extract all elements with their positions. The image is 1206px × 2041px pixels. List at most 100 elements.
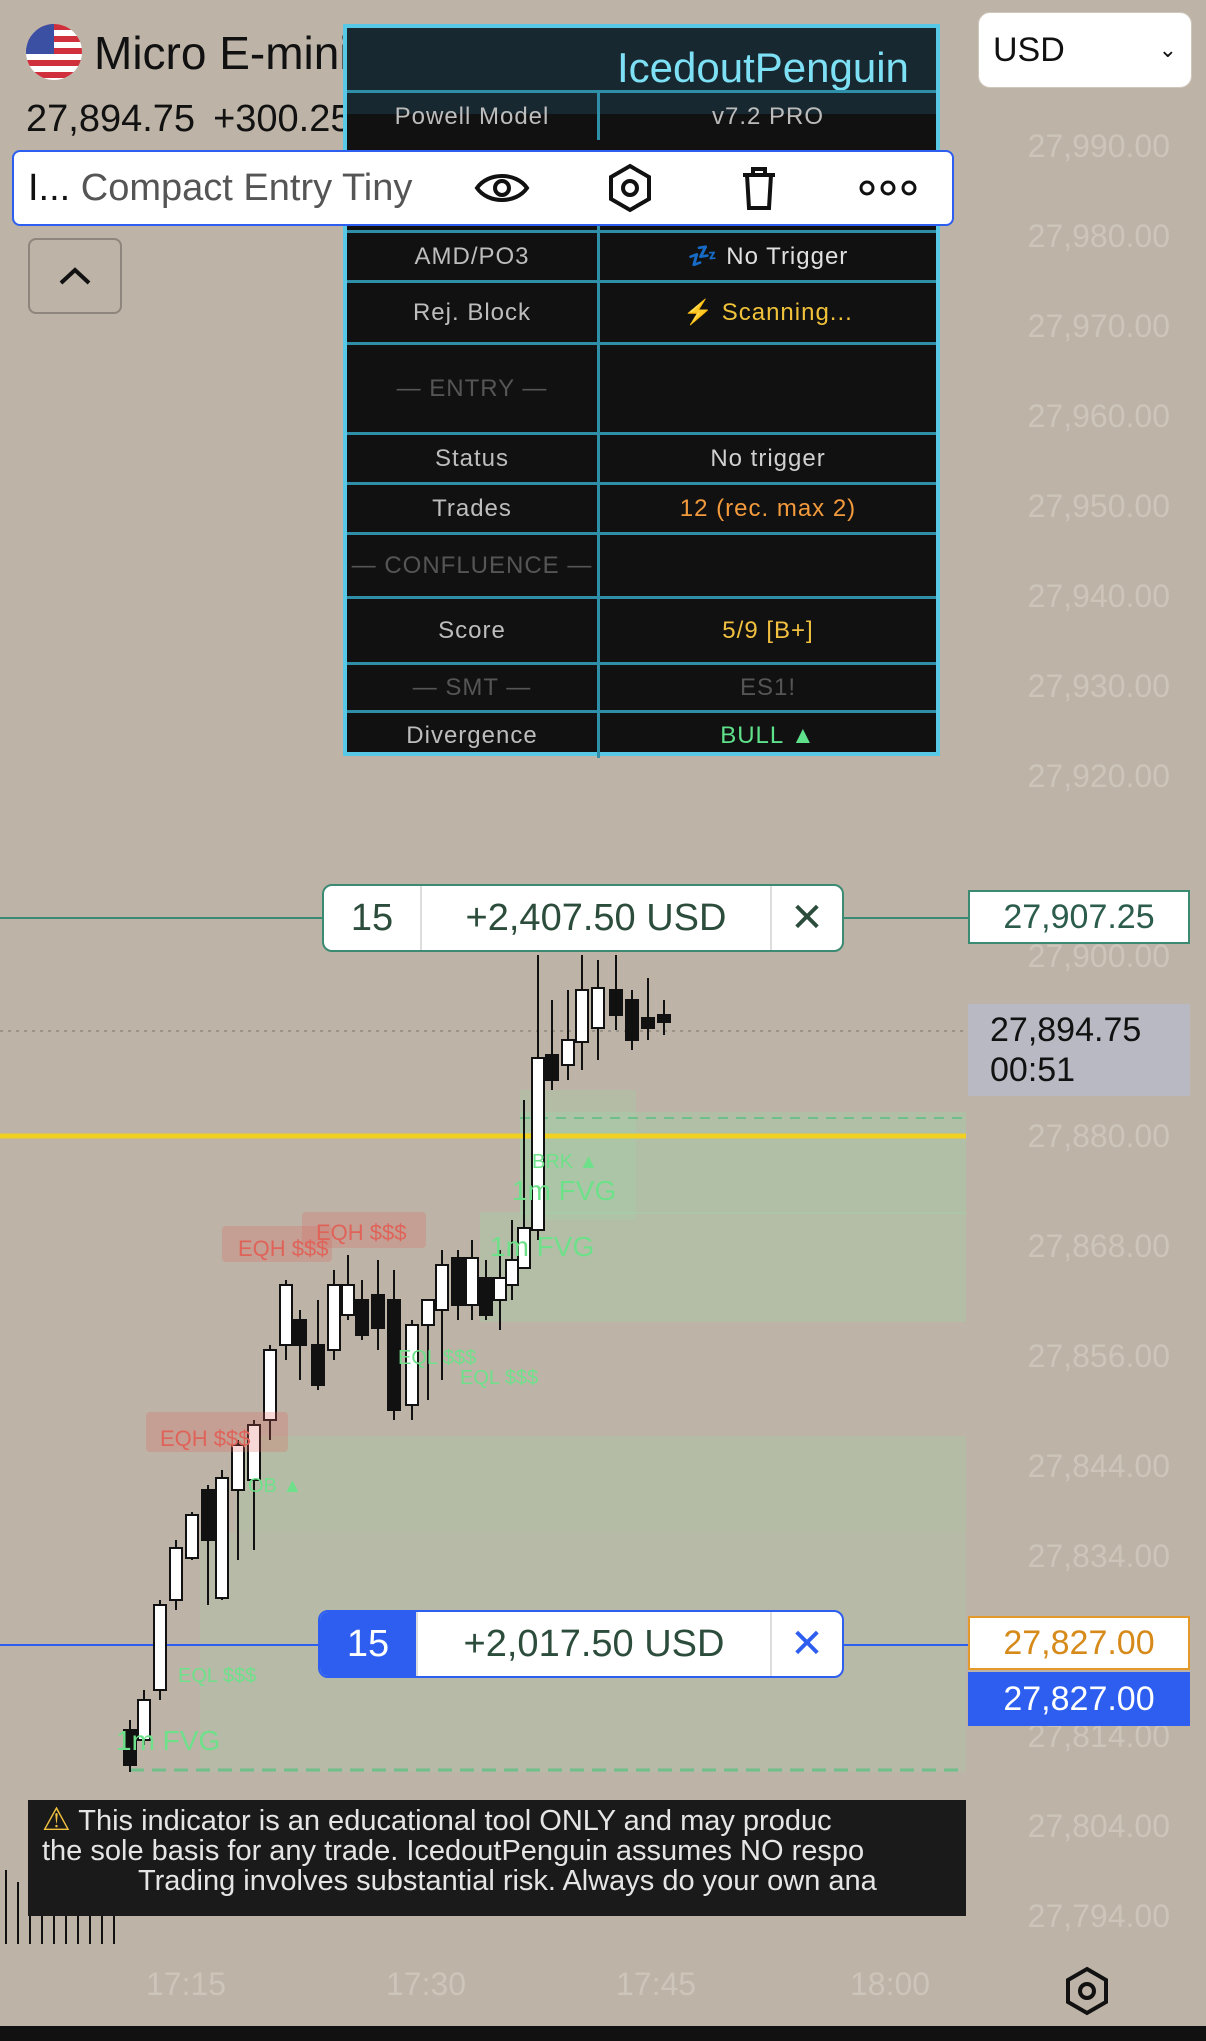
position-qty: 15 xyxy=(350,896,394,939)
disclaimer-line: the sole basis for any trade. IcedoutPen… xyxy=(42,1835,865,1867)
price-axis-label: 27,970.00 xyxy=(1027,308,1170,344)
close-icon[interactable]: ✕ xyxy=(772,1612,842,1676)
current-price-tag: 27,894.75 00:51 xyxy=(968,1004,1190,1096)
candle-body xyxy=(311,1344,325,1386)
candle-body xyxy=(185,1514,199,1559)
panel-row: Rej. Block ⚡ Scanning... xyxy=(347,280,936,342)
more-dots-icon xyxy=(859,180,917,196)
panel-row-value: 💤 No Trigger xyxy=(687,243,849,270)
price-axis-label: 27,804.00 xyxy=(1027,1808,1170,1844)
candle-body xyxy=(201,1489,215,1541)
position-pill-entry[interactable]: 15 +2,017.50 USD ✕ xyxy=(318,1610,844,1678)
panel-row-label: — SMT — xyxy=(347,665,600,710)
disclaimer-line: ⚠ This indicator is an educational tool … xyxy=(42,1801,966,1837)
candle-body xyxy=(609,989,623,1016)
visibility-button[interactable] xyxy=(437,153,566,223)
panel-row-value: 12 (rec. max 2) xyxy=(679,494,857,522)
candle-body xyxy=(591,987,605,1029)
panel-row-label: Powell Model xyxy=(347,93,600,140)
position-pnl: +2,017.50 USD xyxy=(416,1612,772,1676)
panel-row-value xyxy=(600,535,936,596)
take-profit-price-tag[interactable]: 27,907.25 xyxy=(968,890,1190,944)
candle-body xyxy=(545,1054,559,1081)
disclaimer-text: This indicator is an educational tool ON… xyxy=(78,1805,832,1837)
fvg-label: 1m FVG xyxy=(116,1725,220,1756)
ob-zone xyxy=(236,1436,966,1532)
candle-body xyxy=(371,1294,385,1329)
price-axis-label: 27,834.00 xyxy=(1027,1538,1170,1574)
indicator-title: Compact Entry Tiny xyxy=(80,166,413,209)
panel-row-label: Trades xyxy=(347,485,600,532)
panel-row-value xyxy=(600,345,936,432)
candle-body xyxy=(505,1259,519,1286)
panel-row-label: Divergence xyxy=(347,713,600,758)
panel-row-value: No trigger xyxy=(710,444,826,472)
candle-body xyxy=(451,1257,465,1306)
price-axis-label: 27,794.00 xyxy=(1027,1898,1170,1934)
candle-body xyxy=(465,1257,479,1306)
indicator-dashboard: IcedoutPenguin Powell Modelv7.2 PRORB MO… xyxy=(343,24,940,758)
panel-row-label: AMD/PO3 xyxy=(347,233,600,280)
warning-icon: ⚠ xyxy=(42,1801,71,1837)
collapse-button[interactable] xyxy=(28,238,122,314)
candle-body xyxy=(561,1039,575,1066)
us-flag-icon xyxy=(26,24,82,80)
entry-price-tag-blue[interactable]: 27,827.00 xyxy=(968,1672,1190,1726)
time-axis-label: 18:00 xyxy=(850,1966,931,2002)
candle-body xyxy=(421,1299,435,1326)
panel-row-label: Rej. Block xyxy=(347,283,600,342)
price-axis-label: 27,960.00 xyxy=(1027,398,1170,434)
time-axis-label: 17:45 xyxy=(616,1966,697,2002)
panel-row: Score 5/9 [B+] xyxy=(347,596,936,662)
candle-body xyxy=(327,1284,341,1351)
panel-row: Trades 12 (rec. max 2) xyxy=(347,482,936,532)
current-price: 27,894.75 xyxy=(990,1011,1142,1049)
settings-button[interactable] xyxy=(566,153,695,223)
currency-select[interactable]: USD ⌄ xyxy=(978,12,1192,88)
brk-label: BRK ▲ xyxy=(532,1151,598,1173)
candle-body xyxy=(153,1604,167,1691)
eqh-label: EQH $$$ xyxy=(316,1220,407,1245)
position-pill-take-profit[interactable]: 15 +2,407.50 USD ✕ xyxy=(322,884,844,952)
price-axis-label: 27,940.00 xyxy=(1027,578,1170,614)
panel-row-value: ⚡ Scanning... xyxy=(683,299,853,326)
candle-body xyxy=(293,1319,307,1346)
settings-hexagon-icon xyxy=(609,163,652,213)
disclaimer-banner: ⚠ This indicator is an educational tool … xyxy=(28,1800,966,1916)
indicator-toolbar: I... Compact Entry Tiny xyxy=(12,150,954,226)
panel-row-label: — CONFLUENCE — xyxy=(347,535,600,596)
panel-row: — CONFLUENCE — xyxy=(347,532,936,596)
position-pnl: +2,407.50 USD xyxy=(420,886,772,950)
price-axis-label: 27,844.00 xyxy=(1027,1448,1170,1484)
chart-settings-button[interactable] xyxy=(1062,1966,1112,2016)
eye-icon xyxy=(474,174,530,202)
panel-title: IcedoutPenguin xyxy=(617,44,909,91)
price-axis-label: 27,990.00 xyxy=(1027,128,1170,164)
indicator-name[interactable]: I... Compact Entry Tiny xyxy=(14,167,437,210)
panel-row-value: BULL ▲ xyxy=(720,721,816,749)
time-axis-label: 17:30 xyxy=(386,1966,467,2002)
delete-button[interactable] xyxy=(695,153,824,223)
candle-body xyxy=(479,1277,493,1316)
close-icon[interactable]: ✕ xyxy=(772,886,842,950)
panel-row: Status No trigger xyxy=(347,432,936,482)
price-axis-label: 27,950.00 xyxy=(1027,488,1170,524)
more-button[interactable] xyxy=(823,153,952,223)
ob-label: OB ▲ xyxy=(248,1475,302,1497)
price-axis-label: 27,868.00 xyxy=(1027,1228,1170,1264)
bar-countdown: 00:51 xyxy=(990,1051,1076,1089)
panel-row-label: — ENTRY — xyxy=(347,345,600,432)
entry-price-tag-orange[interactable]: 27,827.00 xyxy=(968,1616,1190,1670)
settings-hexagon-icon xyxy=(1066,1966,1108,2016)
price-axis-label: 27,856.00 xyxy=(1027,1338,1170,1374)
panel-row: Powell Model v7.2 PRO xyxy=(347,90,936,140)
candle-body xyxy=(641,1017,655,1029)
candle-body xyxy=(575,989,589,1043)
candle-body xyxy=(263,1349,277,1421)
position-qty: 15 xyxy=(320,1612,416,1676)
indicator-prefix: I... xyxy=(28,166,71,209)
panel-row: AMD/PO3 💤 No Trigger xyxy=(347,230,936,280)
candle-body xyxy=(169,1547,183,1601)
panel-row: Divergence BULL ▲ xyxy=(347,710,936,758)
panel-row: — SMT — ES1! xyxy=(347,662,936,710)
